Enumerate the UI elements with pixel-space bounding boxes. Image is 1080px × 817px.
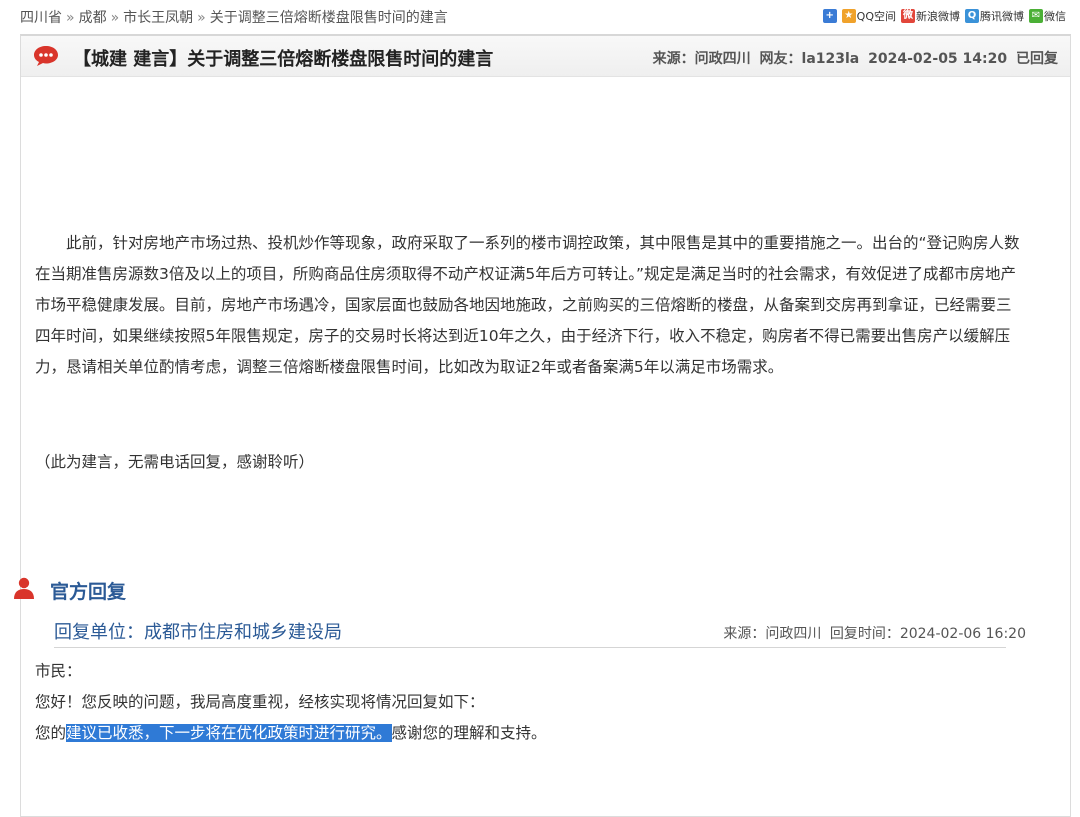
breadcrumb-current[interactable]: 关于调整三倍熔断楼盘限售时间的建言 (210, 10, 448, 26)
reply-line-1: 您好！您反映的问题，我局高度重视，经核实现将情况回复如下： (35, 693, 485, 711)
share-bar: + ★ QQ空间 微 新浪微博 Q 腾讯微博 ✉ 微信 (820, 8, 1066, 24)
post-user: 网友：la123la (759, 51, 860, 67)
official-reply-header: 官方回复 (12, 576, 126, 604)
post-source: 来源：问政四川 (652, 51, 751, 67)
weibo-icon: 微 (901, 9, 915, 23)
breadcrumb-separator: » (110, 10, 120, 26)
share-tencent-weibo-label: 腾讯微博 (980, 10, 1024, 23)
post-note: （此为建言，无需电话回复，感谢聆听） (35, 453, 315, 471)
reply-time: 回复时间：2024-02-06 16:20 (829, 626, 1026, 642)
share-more-button[interactable]: + (822, 9, 837, 23)
share-tencent-weibo-button[interactable]: Q 腾讯微博 (965, 8, 1024, 24)
official-reply-title: 官方回复 (50, 580, 127, 603)
reply-unit: 回复单位：成都市住房和城乡建设局 (54, 622, 342, 643)
reply-line-2: 您的建议已收悉，下一步将在优化政策时进行研究。感谢您的理解和支持。 (35, 718, 547, 749)
selected-text: 建议已收悉，下一步将在优化政策时进行研究。 (66, 724, 392, 742)
reply-body: 市民： 您好！您反映的问题，我局高度重视，经核实现将情况回复如下： 您的建议已收… (35, 656, 547, 749)
speech-bubble-icon (33, 45, 59, 71)
breadcrumb-city[interactable]: 成都 (79, 10, 107, 26)
post-datetime: 2024-02-05 14:20 (868, 51, 1008, 67)
post-header: 【城建 建言】关于调整三倍熔断楼盘限售时间的建言 来源：问政四川 网友：la12… (21, 36, 1070, 77)
share-qzone-label: QQ空间 (856, 10, 896, 23)
breadcrumb-province[interactable]: 四川省 (20, 10, 62, 26)
reply-meta: 来源：问政四川 回复时间：2024-02-06 16:20 (719, 623, 1026, 643)
post-body: 此前，针对房地产市场过热、投机炒作等现象，政府采取了一系列的楼市调控政策，其中限… (35, 234, 1020, 376)
post-meta: 来源：问政四川 网友：la123la 2024-02-05 14:20 已回复 (649, 48, 1058, 68)
plus-icon: + (822, 9, 837, 23)
reply-divider (54, 647, 1006, 648)
share-wechat-button[interactable]: ✉ 微信 (1029, 8, 1066, 24)
share-weibo-label: 新浪微博 (916, 10, 960, 23)
wechat-icon: ✉ (1029, 9, 1043, 23)
breadcrumb-mayor[interactable]: 市长王凤朝 (123, 10, 193, 26)
reply-line-2-prefix: 您的 (35, 724, 67, 742)
reply-line-2-suffix: 感谢您的理解和支持。 (391, 724, 547, 742)
breadcrumb-separator: » (66, 10, 75, 26)
share-wechat-label: 微信 (1044, 10, 1066, 23)
qzone-icon: ★ (841, 9, 856, 23)
reply-greeting: 市民： (35, 662, 82, 680)
share-weibo-button[interactable]: 微 新浪微博 (901, 8, 960, 24)
breadcrumb-separator: » (197, 10, 206, 26)
post-title: 【城建 建言】关于调整三倍熔断楼盘限售时间的建言 (73, 49, 494, 70)
reply-source: 来源：问政四川 (723, 626, 822, 642)
post-status: 已回复 (1016, 51, 1058, 67)
tencent-weibo-icon: Q (965, 9, 979, 23)
breadcrumb: 四川省» 成都» 市长王凤朝» 关于调整三倍熔断楼盘限售时间的建言 (20, 7, 448, 27)
person-icon (12, 576, 36, 604)
top-bar: 四川省» 成都» 市长王凤朝» 关于调整三倍熔断楼盘限售时间的建言 + ★ QQ空间 … (0, 0, 1080, 32)
share-qzone-button[interactable]: ★ QQ空间 (841, 8, 896, 24)
